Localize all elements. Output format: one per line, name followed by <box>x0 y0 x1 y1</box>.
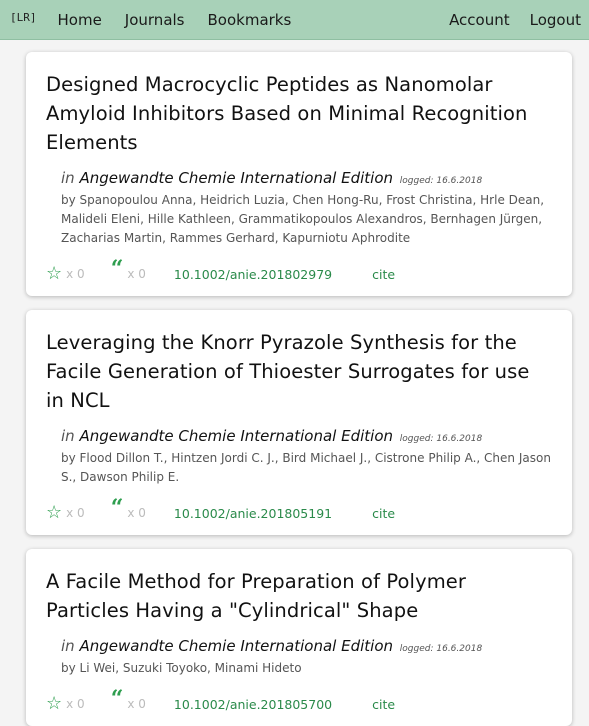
journal-line: in Angewandte Chemie International Editi… <box>61 636 552 659</box>
quote-count: x 0 <box>127 267 146 281</box>
quote-button[interactable]: “ x 0 <box>111 688 146 715</box>
article-card: Leveraging the Knorr Pyrazole Synthesis … <box>26 310 572 535</box>
logged-date: logged: 16.6.2018 <box>399 644 483 654</box>
star-icon: ☆ <box>46 263 63 284</box>
article-meta: in Angewandte Chemie International Editi… <box>46 426 552 487</box>
in-label: in <box>61 169 75 187</box>
cite-link[interactable]: cite <box>372 697 395 712</box>
star-count: x 0 <box>66 267 85 281</box>
journal-name[interactable]: Angewandte Chemie International Edition <box>79 427 393 445</box>
nav-account[interactable]: Account <box>449 11 510 29</box>
article-title[interactable]: Designed Macrocyclic Peptides as Nanomol… <box>46 70 552 157</box>
quote-count: x 0 <box>127 506 146 520</box>
article-actions: ☆ x 0 “ x 0 10.1002/anie.201805191 cite <box>46 497 552 535</box>
journal-line: in Angewandte Chemie International Editi… <box>61 426 552 449</box>
journal-line: in Angewandte Chemie International Editi… <box>61 168 552 191</box>
quote-icon: “ <box>110 686 124 712</box>
nav-journals[interactable]: Journals <box>125 11 185 29</box>
star-icon: ☆ <box>46 693 63 714</box>
article-title[interactable]: A Facile Method for Preparation of Polym… <box>46 567 552 625</box>
article-feed: Designed Macrocyclic Peptides as Nanomol… <box>0 40 589 726</box>
article-card: Designed Macrocyclic Peptides as Nanomol… <box>26 52 572 296</box>
nav-home[interactable]: Home <box>58 11 102 29</box>
article-card: A Facile Method for Preparation of Polym… <box>26 549 572 726</box>
journal-name[interactable]: Angewandte Chemie International Edition <box>79 637 393 655</box>
article-actions: ☆ x 0 “ x 0 10.1002/anie.201805700 cite <box>46 688 552 726</box>
article-actions: ☆ x 0 “ x 0 10.1002/anie.201802979 cite <box>46 258 552 296</box>
quote-button[interactable]: “ x 0 <box>111 497 146 524</box>
article-title[interactable]: Leveraging the Knorr Pyrazole Synthesis … <box>46 328 552 415</box>
in-label: in <box>61 427 75 445</box>
quote-icon: “ <box>110 495 124 521</box>
quote-button[interactable]: “ x 0 <box>111 258 146 285</box>
in-label: in <box>61 637 75 655</box>
quote-count: x 0 <box>127 697 146 711</box>
author-list: by Flood Dillon T., Hintzen Jordi C. J.,… <box>61 451 551 484</box>
star-count: x 0 <box>66 506 85 520</box>
author-list: by Spanopoulou Anna, Heidrich Luzia, Che… <box>61 193 545 245</box>
journal-name[interactable]: Angewandte Chemie International Edition <box>79 169 393 187</box>
article-meta: in Angewandte Chemie International Editi… <box>46 636 552 678</box>
star-button[interactable]: ☆ x 0 <box>46 504 85 522</box>
star-button[interactable]: ☆ x 0 <box>46 695 85 713</box>
quote-icon: “ <box>110 256 124 282</box>
brand-logo[interactable]: [LR] <box>10 11 37 24</box>
navbar: [LR] Home Journals Bookmarks Account Log… <box>0 0 589 40</box>
star-button[interactable]: ☆ x 0 <box>46 265 85 283</box>
star-icon: ☆ <box>46 502 63 523</box>
nav-logout[interactable]: Logout <box>530 11 581 29</box>
doi-link[interactable]: 10.1002/anie.201805191 <box>174 506 332 521</box>
logged-date: logged: 16.6.2018 <box>399 176 483 186</box>
nav-right: Account Logout <box>429 11 581 29</box>
article-meta: in Angewandte Chemie International Editi… <box>46 168 552 248</box>
doi-link[interactable]: 10.1002/anie.201805700 <box>174 697 332 712</box>
doi-link[interactable]: 10.1002/anie.201802979 <box>174 267 332 282</box>
logged-date: logged: 16.6.2018 <box>399 434 483 444</box>
cite-link[interactable]: cite <box>372 267 395 282</box>
nav-bookmarks[interactable]: Bookmarks <box>208 11 292 29</box>
star-count: x 0 <box>66 697 85 711</box>
cite-link[interactable]: cite <box>372 506 395 521</box>
author-list: by Li Wei, Suzuki Toyoko, Minami Hideto <box>61 661 302 675</box>
